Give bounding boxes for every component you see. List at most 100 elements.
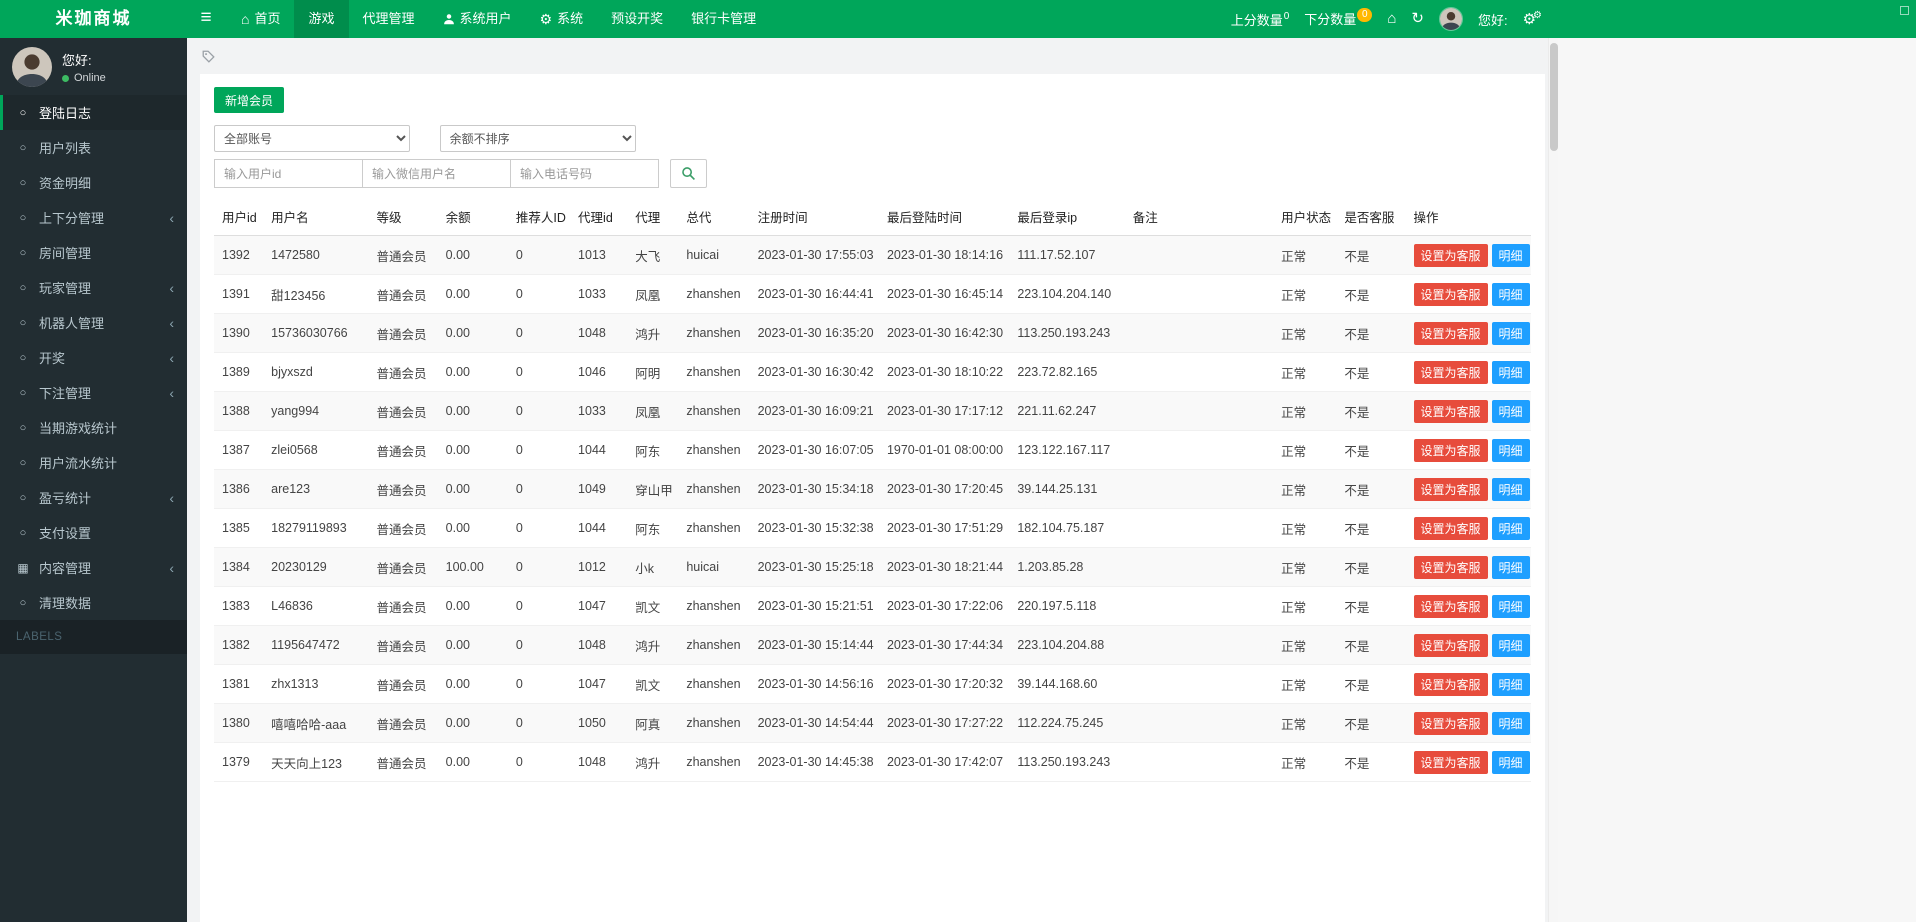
nav-label: 游戏: [308, 11, 335, 26]
sidebar-status: Online: [62, 72, 106, 84]
detail-button[interactable]: 明细: [1491, 477, 1530, 501]
table-cell: 正常: [1273, 508, 1337, 548]
nav-item[interactable]: ⚙ 系统: [526, 0, 598, 38]
sidebar-greeting: 您好:: [62, 53, 92, 68]
sidebar-item[interactable]: ○ 清理数据: [0, 585, 187, 620]
detail-button[interactable]: 明细: [1491, 516, 1530, 540]
circle-icon: ○: [19, 106, 27, 119]
sidebar-item[interactable]: ○ 上下分管理 ‹: [0, 200, 187, 235]
table-cell: 0: [507, 352, 571, 392]
column-header: 备注: [1124, 198, 1274, 236]
nav-item[interactable]: 游戏: [294, 0, 349, 38]
set-service-button[interactable]: 设置为客服: [1413, 555, 1488, 579]
detail-button[interactable]: 明细: [1491, 360, 1530, 384]
set-service-button[interactable]: 设置为客服: [1413, 243, 1488, 267]
detail-button[interactable]: 明细: [1491, 243, 1530, 267]
tag-icon[interactable]: [202, 50, 215, 63]
score-down-button[interactable]: 下分数量 0: [1304, 8, 1373, 29]
set-service-button[interactable]: 设置为客服: [1413, 360, 1488, 384]
sidebar-item[interactable]: ○ 支付设置: [0, 515, 187, 550]
set-service-button[interactable]: 设置为客服: [1413, 750, 1488, 774]
set-service-button[interactable]: 设置为客服: [1413, 594, 1488, 618]
set-service-button[interactable]: 设置为客服: [1413, 516, 1488, 540]
table-cell: 正常: [1273, 625, 1337, 665]
set-service-button[interactable]: 设置为客服: [1413, 399, 1488, 423]
table-cell: 凯文: [627, 586, 679, 626]
column-header: 注册时间: [749, 198, 879, 236]
table-cell: 20230129: [263, 547, 369, 587]
nav-item[interactable]: ⌂ 首页: [227, 0, 294, 38]
table-cell: [1124, 625, 1274, 665]
detail-button[interactable]: 明细: [1491, 633, 1530, 657]
table-row: 1390 15736030766 普通会员 0.00 0 1048 鸿升 zhanshen 20…: [214, 313, 1531, 353]
sidebar-item[interactable]: ▦ 内容管理 ‹: [0, 550, 187, 585]
actions-cell: 设置为客服 明细: [1405, 664, 1531, 704]
sidebar-item[interactable]: ○ 下注管理 ‹: [0, 375, 187, 410]
sidebar-item[interactable]: ○ 玩家管理 ‹: [0, 270, 187, 305]
table-cell: 1382: [214, 625, 264, 665]
settings-gears-icon[interactable]: ⚙⚙: [1523, 10, 1542, 28]
sidebar-item[interactable]: ○ 登陆日志: [0, 95, 187, 130]
account-filter-select[interactable]: 全部账号: [214, 125, 410, 152]
detail-button[interactable]: 明细: [1491, 555, 1530, 579]
detail-button[interactable]: 明细: [1491, 711, 1530, 735]
sidebar-avatar[interactable]: [12, 47, 52, 87]
corner-icon[interactable]: [1900, 6, 1909, 15]
set-service-button[interactable]: 设置为客服: [1413, 672, 1488, 696]
search-button[interactable]: [670, 159, 707, 188]
set-service-button[interactable]: 设置为客服: [1413, 438, 1488, 462]
set-service-button[interactable]: 设置为客服: [1413, 321, 1488, 345]
table-cell: zlei0568: [263, 430, 369, 470]
sidebar-item[interactable]: ○ 开奖 ‹: [0, 340, 187, 375]
set-service-button[interactable]: 设置为客服: [1413, 711, 1488, 735]
sidebar-item[interactable]: ○ 当期游戏统计: [0, 410, 187, 445]
score-up-button[interactable]: 上分数量0: [1231, 10, 1290, 29]
detail-button[interactable]: 明细: [1491, 321, 1530, 345]
table-cell: 0.00: [437, 430, 508, 470]
add-member-button[interactable]: 新增会员: [214, 87, 285, 113]
set-service-button[interactable]: 设置为客服: [1413, 282, 1488, 306]
header-avatar[interactable]: [1438, 7, 1463, 31]
nav-item[interactable]: 银行卡管理: [677, 0, 770, 38]
table-cell: 1047: [570, 664, 628, 704]
table-cell: 2023-01-30 16:07:05: [749, 430, 879, 470]
sidebar-item-label: 登陆日志: [39, 106, 92, 121]
detail-button[interactable]: 明细: [1491, 282, 1530, 306]
detail-button[interactable]: 明细: [1491, 672, 1530, 696]
sidebar-item[interactable]: ○ 机器人管理 ‹: [0, 305, 187, 340]
actions-cell: 设置为客服 明细: [1405, 703, 1531, 743]
sidebar-item[interactable]: ○ 用户流水统计: [0, 445, 187, 480]
content-scrollbar[interactable]: [1548, 38, 1558, 922]
refresh-icon[interactable]: ↻: [1411, 0, 1424, 38]
sidebar-item[interactable]: ○ 用户列表: [0, 130, 187, 165]
circle-icon: ○: [19, 386, 27, 399]
table-cell: 1388: [214, 391, 264, 431]
nav-item[interactable]: 代理管理: [349, 0, 429, 38]
detail-button[interactable]: 明细: [1491, 594, 1530, 618]
detail-button[interactable]: 明细: [1491, 438, 1530, 462]
nav-item[interactable]: 系统用户: [429, 0, 526, 38]
home-icon[interactable]: ⌂: [1387, 0, 1396, 38]
set-service-button[interactable]: 设置为客服: [1413, 477, 1488, 501]
nav-item[interactable]: 预设开奖: [597, 0, 677, 38]
sidebar-item-label: 内容管理: [39, 561, 92, 576]
userid-input[interactable]: [214, 159, 363, 188]
sidebar-item[interactable]: ○ 房间管理: [0, 235, 187, 270]
column-header: 最后登录ip: [1009, 198, 1125, 236]
phone-input[interactable]: [510, 159, 659, 188]
sidebar-item[interactable]: ○ 盈亏统计 ‹: [0, 480, 187, 515]
balance-sort-select[interactable]: 余额不排序: [439, 125, 636, 152]
table-cell: 0.00: [437, 352, 508, 392]
detail-button[interactable]: 明细: [1491, 750, 1530, 774]
sidebar-item[interactable]: ○ 资金明细: [0, 165, 187, 200]
table-cell: 0.00: [437, 469, 508, 509]
detail-button[interactable]: 明细: [1491, 399, 1530, 423]
set-service-button[interactable]: 设置为客服: [1413, 633, 1488, 657]
app-logo[interactable]: 米珈商城: [0, 0, 187, 38]
hamburger-icon[interactable]: ≡: [187, 0, 225, 38]
wechat-input[interactable]: [362, 159, 511, 188]
table-cell: 220.197.5.118: [1009, 586, 1125, 626]
scrollbar-thumb[interactable]: [1550, 43, 1558, 151]
table-cell: 正常: [1273, 469, 1337, 509]
table-cell: 0: [507, 586, 571, 626]
